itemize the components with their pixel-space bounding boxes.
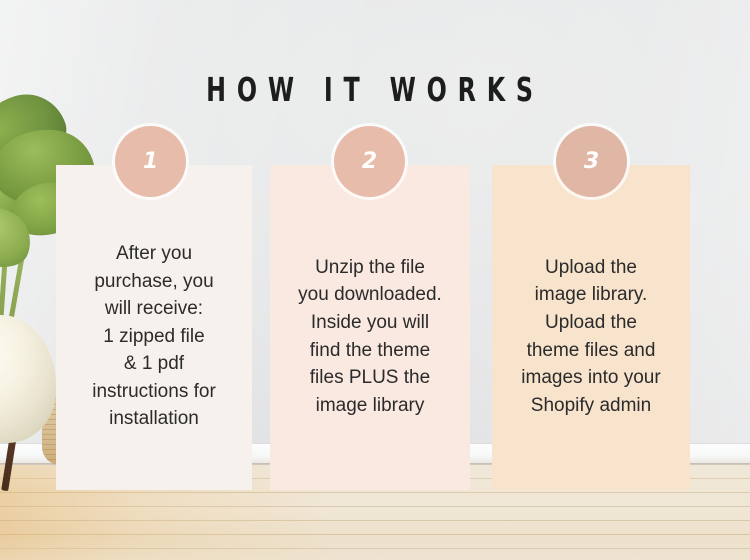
step-badge-3-number: 3: [583, 148, 600, 174]
how-it-works-graphic: HOW IT WORKS After you purchase, you wil…: [0, 0, 750, 560]
step-badge-1: 1: [115, 126, 186, 197]
page-title: HOW IT WORKS: [206, 70, 544, 109]
step-card-3: Upload the image library. Upload the the…: [492, 165, 690, 490]
step-badge-2-number: 2: [361, 148, 378, 174]
step-card-3-text: Upload the image library. Upload the the…: [521, 256, 661, 416]
step-card-1-text: After you purchase, you will receive: 1 …: [92, 243, 216, 430]
step-badge-2: 2: [334, 126, 405, 197]
step-badge-3: 3: [556, 126, 627, 197]
step-card-2: Unzip the file you downloaded. Inside yo…: [270, 165, 470, 490]
step-card-1: After you purchase, you will receive: 1 …: [56, 165, 252, 490]
step-card-2-text: Unzip the file you downloaded. Inside yo…: [298, 256, 442, 416]
step-badge-1-number: 1: [142, 148, 159, 174]
